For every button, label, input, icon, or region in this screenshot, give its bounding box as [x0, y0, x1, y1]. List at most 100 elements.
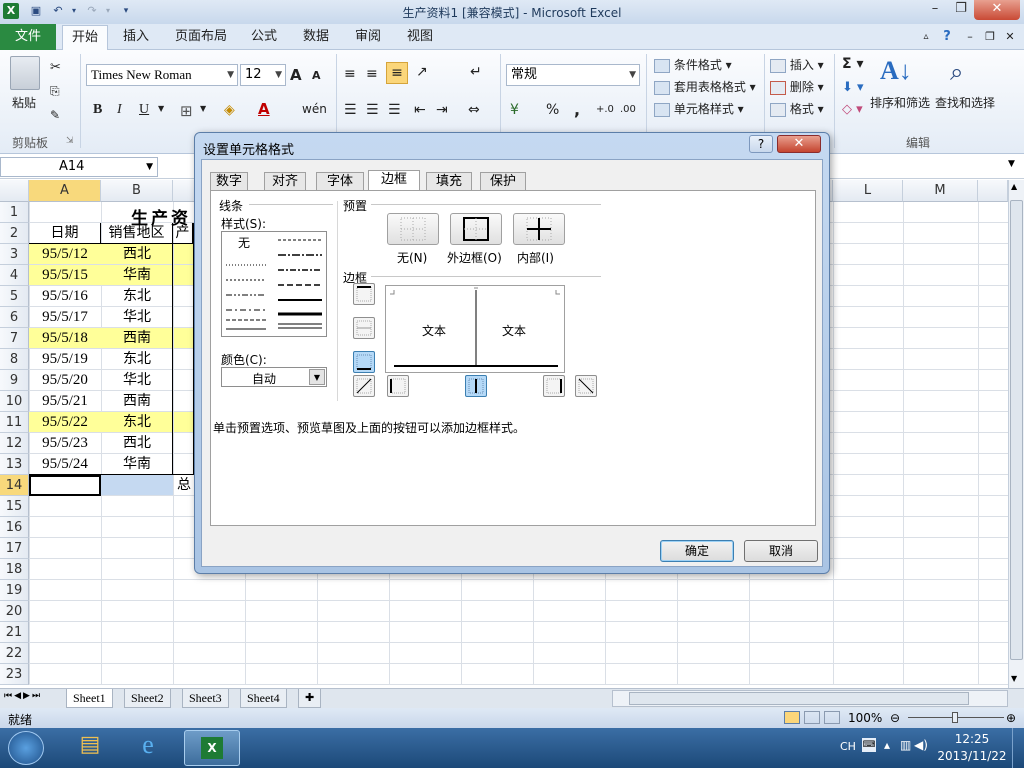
number-format-combo[interactable]: 常规 ▼ — [506, 64, 640, 86]
horizontal-scrollbar[interactable] — [612, 690, 1008, 707]
dialog-close-button[interactable]: ✕ — [777, 135, 821, 153]
row-header-11[interactable]: 11 — [0, 412, 29, 433]
percent-button[interactable]: % — [546, 102, 559, 118]
close-button[interactable]: ✕ — [974, 0, 1020, 20]
row-header-6[interactable]: 6 — [0, 307, 29, 328]
column-header-a[interactable]: A — [29, 180, 101, 202]
preset-none-button[interactable] — [387, 213, 439, 245]
border-diagonal-up-button[interactable] — [353, 375, 375, 397]
border-preview[interactable]: 文本 文本 — [385, 285, 565, 373]
row-header-15[interactable]: 15 — [0, 496, 29, 517]
chevron-down-icon[interactable]: ▼ — [200, 104, 206, 113]
row-header-9[interactable]: 9 — [0, 370, 29, 391]
vertical-scroll-thumb[interactable] — [1010, 200, 1023, 660]
grow-font-button[interactable]: A — [290, 66, 302, 84]
align-left-icon[interactable]: ☰ — [344, 102, 357, 118]
insert-sheet-icon[interactable]: ✚ — [298, 689, 322, 708]
currency-icon[interactable]: ¥ — [510, 102, 519, 118]
fill-color-icon[interactable]: ◈ — [224, 102, 235, 118]
underline-button[interactable]: U — [139, 102, 149, 118]
explorer-icon[interactable]: ▤ — [68, 732, 112, 764]
font-size-combo[interactable]: 12 ▼ — [240, 64, 286, 86]
internet-explorer-icon[interactable]: e — [126, 730, 170, 764]
row-header-14[interactable]: 14 — [0, 475, 29, 496]
orientation-icon[interactable]: ↗ — [416, 64, 428, 80]
font-color-icon[interactable]: A — [258, 100, 270, 118]
selected-cell-b14[interactable] — [101, 475, 173, 495]
help-icon[interactable]: ? — [938, 24, 956, 50]
paste-icon[interactable] — [10, 56, 40, 90]
clipboard-launcher-icon[interactable]: ⇲ — [66, 136, 74, 146]
scroll-down-icon[interactable]: ▼ — [1011, 674, 1017, 683]
doc-restore-icon[interactable]: ❐ — [982, 24, 998, 50]
copy-icon[interactable]: ⎘ — [50, 84, 60, 99]
font-name-combo[interactable]: Times New Roman ▼ — [86, 64, 238, 86]
excel-taskbar-button[interactable]: X — [184, 730, 240, 766]
row-header-20[interactable]: 20 — [0, 601, 29, 622]
column-header-m[interactable]: M — [903, 180, 978, 202]
tab-review[interactable]: 审阅 — [348, 24, 388, 50]
align-bottom-icon[interactable]: ≡ — [386, 62, 408, 84]
border-right-button[interactable] — [543, 375, 565, 397]
clear-icon[interactable]: ◇ ▾ — [842, 102, 863, 117]
total-fragment[interactable]: 总 — [174, 475, 194, 496]
wrap-text-icon[interactable]: ↵ — [470, 64, 482, 80]
chevron-down-icon[interactable]: ▼ — [309, 369, 325, 385]
conditional-format-button[interactable]: 条件格式 ▾ — [654, 56, 732, 73]
row-header-2[interactable]: 2 — [0, 223, 29, 244]
line-color-select[interactable]: 自动 ▼ — [221, 367, 327, 387]
tab-insert[interactable]: 插入 — [116, 24, 156, 50]
border-inside-horizontal-button[interactable] — [353, 317, 375, 339]
sheet-tab-sheet3[interactable]: Sheet3 — [182, 689, 229, 708]
align-center-icon[interactable]: ☰ — [366, 102, 379, 118]
dialog-help-button[interactable]: ? — [749, 135, 773, 153]
zoom-level[interactable]: 100% — [848, 711, 882, 725]
doc-minimize-icon[interactable]: – — [962, 24, 978, 50]
normal-view-icon[interactable] — [784, 711, 800, 724]
vertical-scrollbar[interactable]: ▲ ▼ — [1008, 180, 1024, 688]
zoom-out-icon[interactable]: ⊖ — [890, 711, 900, 725]
comma-button[interactable]: , — [574, 100, 580, 119]
format-painter-icon[interactable]: ✎ — [50, 108, 60, 122]
minimize-button[interactable]: – — [922, 0, 948, 20]
row-header-8[interactable]: 8 — [0, 349, 29, 370]
row-header-13[interactable]: 13 — [0, 454, 29, 475]
clock-time[interactable]: 12:25 — [944, 732, 1000, 746]
tab-view[interactable]: 视图 — [400, 24, 440, 50]
input-language[interactable]: CH — [840, 740, 856, 753]
name-box[interactable]: A14 ▼ — [0, 157, 158, 177]
row-header-3[interactable]: 3 — [0, 244, 29, 265]
merge-center-icon[interactable]: ⇔ — [468, 102, 480, 118]
preset-outline-button[interactable] — [450, 213, 502, 245]
tab-number[interactable]: 数字 — [210, 172, 248, 190]
tab-alignment[interactable]: 对齐 — [264, 172, 306, 190]
row-header-21[interactable]: 21 — [0, 622, 29, 643]
border-diagonal-down-button[interactable] — [575, 375, 597, 397]
decrease-decimal-icon[interactable]: .00 — [620, 104, 636, 115]
fill-icon[interactable]: ⬇ ▾ — [842, 80, 864, 95]
shrink-font-button[interactable]: A — [312, 69, 321, 82]
row-header-10[interactable]: 10 — [0, 391, 29, 412]
sheet-tab-sheet1[interactable]: Sheet1 — [66, 689, 113, 708]
tab-fill[interactable]: 填充 — [426, 172, 472, 190]
sheet-tab-sheet4[interactable]: Sheet4 — [240, 689, 287, 708]
column-header-n[interactable] — [978, 180, 1008, 202]
column-header-l[interactable]: L — [833, 180, 903, 202]
clock-date[interactable]: 2013/11/22 — [934, 749, 1010, 763]
delete-cells-button[interactable]: 删除 ▾ — [770, 78, 824, 95]
zoom-slider-thumb[interactable] — [952, 712, 958, 723]
border-left-button[interactable] — [387, 375, 409, 397]
volume-icon[interactable]: ◀) — [914, 738, 928, 752]
sort-filter-button[interactable]: 排序和筛选 — [870, 94, 930, 111]
page-layout-view-icon[interactable] — [804, 711, 820, 724]
border-inside-vertical-button[interactable] — [465, 375, 487, 397]
format-cells-button[interactable]: 格式 ▾ — [770, 100, 824, 117]
decrease-indent-icon[interactable]: ⇤ — [414, 102, 426, 118]
zoom-in-icon[interactable]: ⊕ — [1006, 711, 1016, 725]
increase-indent-icon[interactable]: ⇥ — [436, 102, 448, 118]
file-tab[interactable]: 文件 — [0, 24, 56, 50]
cell-styles-button[interactable]: 单元格样式 ▾ — [654, 100, 744, 117]
find-select-button[interactable]: 查找和选择 — [935, 94, 995, 111]
preset-inside-button[interactable] — [513, 213, 565, 245]
autosum-button[interactable]: Σ ▾ — [842, 56, 863, 72]
